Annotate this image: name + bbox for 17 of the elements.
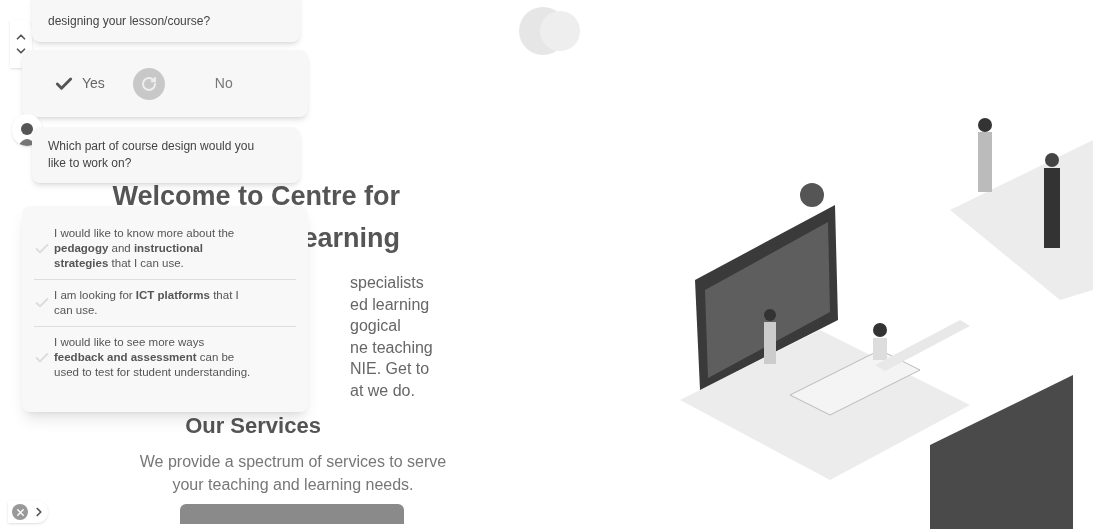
intro-text-fragment: ne teaching xyxy=(350,337,434,358)
answer-option[interactable]: Yes xyxy=(54,73,105,94)
services-title: Our Services xyxy=(184,412,322,440)
intro-text-fragment: at we do. xyxy=(350,380,416,401)
option-item[interactable]: I would like to know more about the pedagogy and instructional strategies that I can use. xyxy=(54,226,254,271)
answer-option[interactable]: No xyxy=(214,73,233,94)
option-item[interactable]: I am looking for ICT platforms that I can use. xyxy=(54,288,254,318)
intro-text-fragment: specialists xyxy=(350,273,425,293)
page-heading: Welcome to Centre for xyxy=(111,180,400,212)
chat-message: Which part of course design would you like to work on? xyxy=(48,138,256,172)
option-item[interactable]: I would like to see more ways feedback and assessment can be used to test for student understanding. xyxy=(54,335,254,380)
services-text: We provide a spectrum of services to serve your teaching and learning needs. xyxy=(138,452,448,495)
intro-text-fragment: ed learning xyxy=(350,294,431,315)
intro-text-fragment: NIE. Get to xyxy=(350,359,431,379)
intro-text-fragment: gogical xyxy=(350,316,402,336)
decorative-circles-icon xyxy=(518,6,582,56)
chat-message: designing your lesson/course? xyxy=(48,13,211,30)
